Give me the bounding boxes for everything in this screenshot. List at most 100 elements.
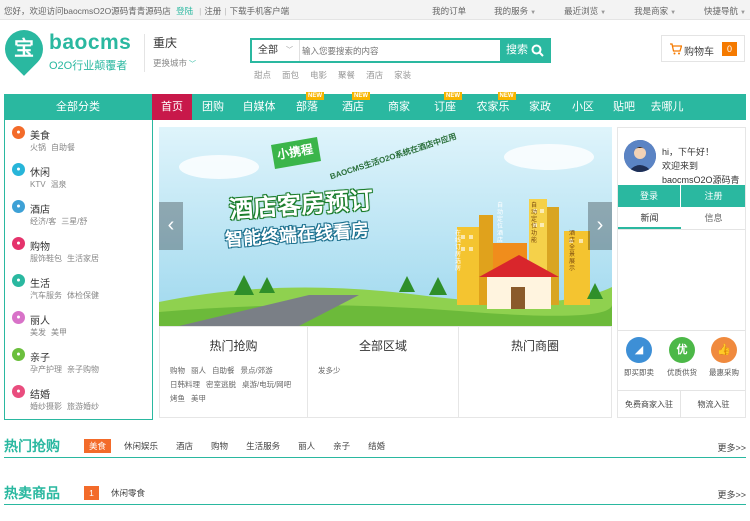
category-parenting[interactable]: ● 亲子 孕产护理 亲子购物 bbox=[5, 344, 152, 381]
subcategory-link[interactable]: 服饰鞋包 bbox=[30, 254, 62, 263]
hot-buy-link[interactable]: 桌游/电玩/网吧 bbox=[242, 380, 291, 389]
category-beauty[interactable]: ● 丽人 美发 美甲 bbox=[5, 307, 152, 344]
hot-deals-panel: 热门抢购 购物 丽人 自助餐 景点/郊游 日韩料理 密室逃脱 桌游/电玩/网吧 烤鱼 美甲 … bbox=[159, 326, 612, 418]
download-app-link[interactable]: 下载手机客户端 bbox=[230, 6, 290, 16]
hot-buy-link[interactable]: 美甲 bbox=[191, 394, 206, 403]
switch-city-link[interactable]: 更换城市 ﹀ bbox=[153, 57, 196, 69]
subcategory-link[interactable]: 孕产护理 bbox=[30, 365, 62, 374]
cart-label: 购物车 bbox=[684, 47, 714, 58]
hot-buy-link[interactable]: 密室逃脱 bbox=[206, 380, 236, 389]
more-link[interactable]: 更多>> bbox=[717, 441, 746, 454]
nav-item-we-media[interactable]: 自媒体 bbox=[234, 94, 284, 120]
hot-buy-link[interactable]: 景点/郊游 bbox=[241, 366, 273, 375]
hot-buy-link[interactable]: 烤鱼 bbox=[170, 394, 185, 403]
tab-wedding[interactable]: 结婚 bbox=[363, 439, 390, 453]
quick-nav-link[interactable]: 快捷导航 ▼ bbox=[690, 5, 746, 17]
hot-word[interactable]: 酒店 bbox=[366, 70, 383, 80]
subcategory-link[interactable]: 美甲 bbox=[51, 328, 67, 337]
best-purchase-item[interactable]: 👍 最惠采购 bbox=[703, 337, 745, 378]
category-hotel[interactable]: ● 酒店 经济/客 三星/舒 bbox=[5, 196, 152, 233]
search-input[interactable] bbox=[302, 42, 500, 59]
merchant-link[interactable]: 我是商家 ▼ bbox=[620, 5, 676, 17]
subcategory-link[interactable]: 三星/舒 bbox=[61, 217, 87, 226]
logo-icon[interactable]: 宝 bbox=[5, 30, 43, 68]
tab-life-services[interactable]: 生活服务 bbox=[241, 439, 285, 453]
search-type-select[interactable]: 全部 ﹀ bbox=[252, 40, 300, 61]
all-categories-button[interactable]: 全部分类 bbox=[4, 94, 152, 120]
user-login-button[interactable]: 登录 bbox=[618, 185, 681, 207]
hot-buy-link[interactable]: 购物 bbox=[170, 366, 185, 375]
register-link[interactable]: 注册 bbox=[204, 6, 221, 16]
user-panel: hi，下午好！ 欢迎来到 baocmsO2O源码青 登录 注册 新闻 信息 ◢ … bbox=[617, 127, 746, 418]
my-services-link[interactable]: 我的服务 ▼ bbox=[480, 5, 536, 17]
category-wedding[interactable]: ● 结婚 婚纱摄影 旅游婚纱 bbox=[5, 381, 152, 418]
nav-item-housekeeping[interactable]: 家政 bbox=[518, 94, 562, 120]
subcategory-link[interactable]: 生活家居 bbox=[67, 254, 99, 263]
nav-item-community[interactable]: 小区 bbox=[562, 94, 604, 120]
login-link[interactable]: 登陆 bbox=[176, 6, 193, 16]
tab-news[interactable]: 新闻 bbox=[618, 208, 681, 229]
tab-parenting[interactable]: 亲子 bbox=[328, 439, 355, 453]
hot-buy-title[interactable]: 热门抢购 bbox=[160, 337, 307, 354]
subcategory-link[interactable]: 自助餐 bbox=[51, 143, 75, 152]
subcategory-link[interactable]: 温泉 bbox=[51, 180, 67, 189]
logo-text[interactable]: baocms bbox=[49, 31, 131, 55]
category-life[interactable]: ● 生活 汽车服务 体检保健 bbox=[5, 270, 152, 307]
top-welcome-area: 您好，欢迎访问baocmsO2O源码青青源码店 登陆 | 注册 | 下载手机客户端 bbox=[4, 6, 290, 16]
area-link[interactable]: 发多少 bbox=[318, 366, 341, 375]
logistics-join-link[interactable]: 物流入驻 bbox=[682, 391, 745, 418]
subcategory-link[interactable]: 婚纱摄影 bbox=[30, 402, 62, 411]
top-links: 我的订单 我的服务 ▼ 最近浏览 ▼ 我是商家 ▼ 快捷导航 ▼ bbox=[418, 5, 746, 17]
banner-next-button[interactable]: › bbox=[588, 202, 612, 250]
buy-sell-item[interactable]: ◢ 即买即卖 bbox=[618, 337, 660, 378]
hot-word[interactable]: 聚餐 bbox=[338, 70, 355, 80]
cart-button[interactable]: 购物车 0 bbox=[661, 35, 745, 62]
hot-word[interactable]: 甜点 bbox=[254, 70, 271, 80]
recent-views-link[interactable]: 最近浏览 ▼ bbox=[550, 5, 606, 17]
nav-item-forum[interactable]: 贴吧 bbox=[604, 94, 644, 120]
subcategory-link[interactable]: 旅游婚纱 bbox=[67, 402, 99, 411]
hot-word[interactable]: 电影 bbox=[310, 70, 327, 80]
category-shopping[interactable]: ● 购物 服饰鞋包 生活家居 bbox=[5, 233, 152, 270]
hot-buy-link[interactable]: 日韩料理 bbox=[170, 380, 200, 389]
quality-supply-item[interactable]: 优 优质供货 bbox=[661, 337, 703, 378]
nav-item-where[interactable]: 去哪儿 bbox=[644, 94, 690, 120]
hot-buy-link[interactable]: 丽人 bbox=[191, 366, 206, 375]
nav-item-merchants[interactable]: 商家 bbox=[376, 94, 422, 120]
tab-snacks[interactable]: 休闲零食 bbox=[111, 486, 145, 500]
banner-label: 在线订房选房 bbox=[455, 231, 462, 272]
user-register-button[interactable]: 注册 bbox=[682, 185, 745, 207]
hot-word[interactable]: 家装 bbox=[394, 70, 411, 80]
nav-item-reserve[interactable]: 订座 NEW bbox=[422, 92, 468, 120]
category-leisure[interactable]: ● 休闲 KTV 温泉 bbox=[5, 159, 152, 196]
nav-item-farmhouse[interactable]: 农家乐 NEW bbox=[468, 92, 518, 120]
hot-districts-title[interactable]: 热门商圈 bbox=[459, 337, 611, 354]
category-food[interactable]: ● 美食 火锅 自助餐 bbox=[5, 122, 152, 159]
my-orders-link[interactable]: 我的订单 bbox=[432, 5, 466, 17]
free-merchant-join-link[interactable]: 免费商家入驻 bbox=[618, 391, 681, 418]
hot-word[interactable]: 面包 bbox=[282, 70, 299, 80]
nav-item-home[interactable]: 首页 bbox=[152, 94, 192, 120]
tab-food[interactable]: 美食 bbox=[84, 439, 112, 453]
nav-item-tribe[interactable]: 部落 NEW bbox=[284, 92, 330, 120]
hot-buy-link[interactable]: 自助餐 bbox=[212, 366, 235, 375]
search-button[interactable]: 搜索 bbox=[500, 40, 549, 61]
tab-info[interactable]: 信息 bbox=[682, 208, 745, 229]
subcategory-link[interactable]: 美发 bbox=[30, 328, 46, 337]
subcategory-link[interactable]: KTV bbox=[30, 180, 46, 189]
subcategory-link[interactable]: 经济/客 bbox=[30, 217, 56, 226]
subcategory-link[interactable]: 体检保健 bbox=[67, 291, 99, 300]
nav-item-hotel[interactable]: 酒店 NEW bbox=[330, 92, 376, 120]
all-areas-title[interactable]: 全部区域 bbox=[308, 337, 458, 354]
subcategory-link[interactable]: 亲子购物 bbox=[67, 365, 99, 374]
tab-hotel[interactable]: 酒店 bbox=[171, 439, 198, 453]
tab-entertainment[interactable]: 休闲娱乐 bbox=[119, 439, 163, 453]
nav-item-group-buy[interactable]: 团购 bbox=[192, 94, 234, 120]
more-link[interactable]: 更多>> bbox=[717, 488, 746, 501]
subcategory-link[interactable]: 火锅 bbox=[30, 143, 46, 152]
subcategory-link[interactable]: 汽车服务 bbox=[30, 291, 62, 300]
banner-prev-button[interactable]: ‹ bbox=[159, 202, 183, 250]
hero-banner[interactable]: 小携程 BAOCMS生活O2O系统在酒店中应用 酒店客房预订 智能终端在线看房 … bbox=[159, 127, 612, 326]
tab-beauty[interactable]: 丽人 bbox=[293, 439, 320, 453]
tab-shopping[interactable]: 购物 bbox=[206, 439, 233, 453]
